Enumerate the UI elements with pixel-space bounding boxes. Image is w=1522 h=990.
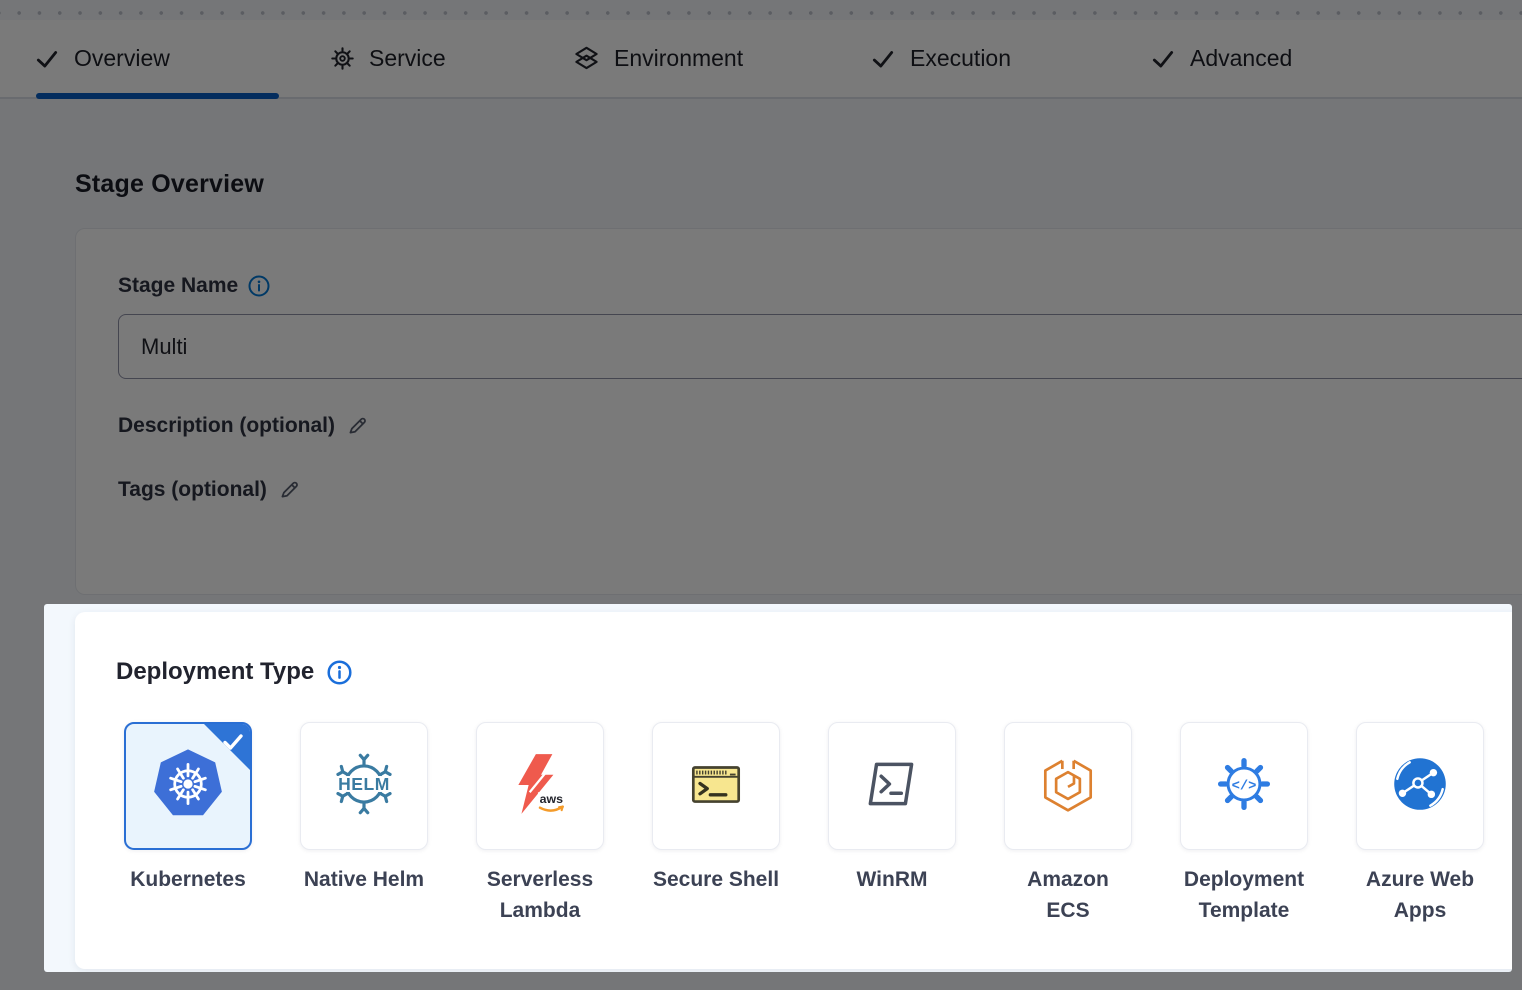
svg-text:HELM: HELM bbox=[338, 773, 390, 793]
shell-terminal-icon bbox=[683, 751, 749, 822]
tab-label: Overview bbox=[74, 45, 170, 72]
tile-label-native-helm: Native Helm bbox=[276, 864, 452, 895]
azure-webapps-globe-icon bbox=[1387, 751, 1453, 822]
svg-text:aws: aws bbox=[540, 792, 563, 806]
stage-tabbar: Overview Service Environmen bbox=[0, 20, 1522, 99]
template-gear-code-icon: </> bbox=[1210, 750, 1278, 823]
tab-label: Advanced bbox=[1190, 45, 1292, 72]
selected-check-icon bbox=[221, 730, 245, 759]
active-tab-underline bbox=[36, 93, 279, 99]
pipeline-canvas-dots bbox=[0, 0, 1522, 20]
page-title: Stage Overview bbox=[75, 170, 264, 199]
tile-label-amazon-ecs: Amazon ECS bbox=[980, 864, 1156, 926]
tile-label-winrm: WinRM bbox=[804, 864, 980, 895]
stage-overview-card: Stage Name Description (optional) Tags (… bbox=[75, 228, 1522, 595]
svg-text:</>: </> bbox=[1232, 778, 1257, 794]
tab-label: Execution bbox=[910, 45, 1011, 72]
check-icon bbox=[1150, 46, 1176, 72]
amazon-ecs-icon bbox=[1035, 751, 1101, 822]
deployment-type-native-helm[interactable]: HELM bbox=[300, 722, 428, 850]
check-icon bbox=[34, 46, 60, 72]
deployment-type-serverless-lambda[interactable]: aws bbox=[476, 722, 604, 850]
stage-name-input[interactable] bbox=[118, 314, 1522, 379]
tags-label: Tags (optional) bbox=[118, 478, 267, 502]
tile-label-kubernetes: Kubernetes bbox=[100, 864, 276, 895]
deployment-type-secure-shell[interactable] bbox=[652, 722, 780, 850]
info-icon[interactable] bbox=[248, 275, 270, 297]
deployment-type-heading: Deployment Type bbox=[116, 658, 314, 686]
tile-label-azure-web-apps: Azure Web Apps bbox=[1332, 864, 1508, 926]
helm-icon: HELM bbox=[330, 750, 398, 823]
tab-service[interactable]: Service bbox=[330, 20, 446, 97]
edit-pencil-icon[interactable] bbox=[277, 477, 302, 502]
deployment-type-card: Deployment Type bbox=[75, 612, 1512, 969]
tab-execution[interactable]: Execution bbox=[870, 20, 1011, 97]
edit-pencil-icon[interactable] bbox=[345, 413, 370, 438]
deployment-type-spotlight: Deployment Type bbox=[44, 604, 1512, 972]
tile-label-serverless-lambda: Serverless Lambda bbox=[452, 864, 628, 926]
tab-label: Environment bbox=[614, 45, 743, 72]
tab-label: Service bbox=[369, 45, 446, 72]
tile-label-secure-shell: Secure Shell bbox=[628, 864, 804, 895]
check-icon bbox=[870, 46, 896, 72]
powershell-icon bbox=[859, 751, 925, 822]
deployment-type-azure-web-apps[interactable] bbox=[1356, 722, 1484, 850]
description-label: Description (optional) bbox=[118, 414, 335, 438]
stage-name-label: Stage Name bbox=[118, 274, 238, 298]
deployment-type-amazon-ecs[interactable] bbox=[1004, 722, 1132, 850]
deployment-type-kubernetes[interactable] bbox=[124, 722, 252, 850]
info-icon[interactable] bbox=[327, 660, 352, 685]
deployment-type-deployment-template[interactable]: </> bbox=[1180, 722, 1308, 850]
tile-label-deployment-template: Deployment Template bbox=[1156, 864, 1332, 926]
tab-environment[interactable]: Environment bbox=[573, 20, 743, 97]
layers-icon bbox=[573, 45, 600, 72]
serverless-aws-lambda-icon: aws bbox=[507, 751, 573, 822]
deployment-type-winrm[interactable] bbox=[828, 722, 956, 850]
tab-advanced[interactable]: Advanced bbox=[1150, 20, 1292, 97]
tab-overview[interactable]: Overview bbox=[34, 20, 170, 97]
gear-icon bbox=[330, 46, 355, 71]
